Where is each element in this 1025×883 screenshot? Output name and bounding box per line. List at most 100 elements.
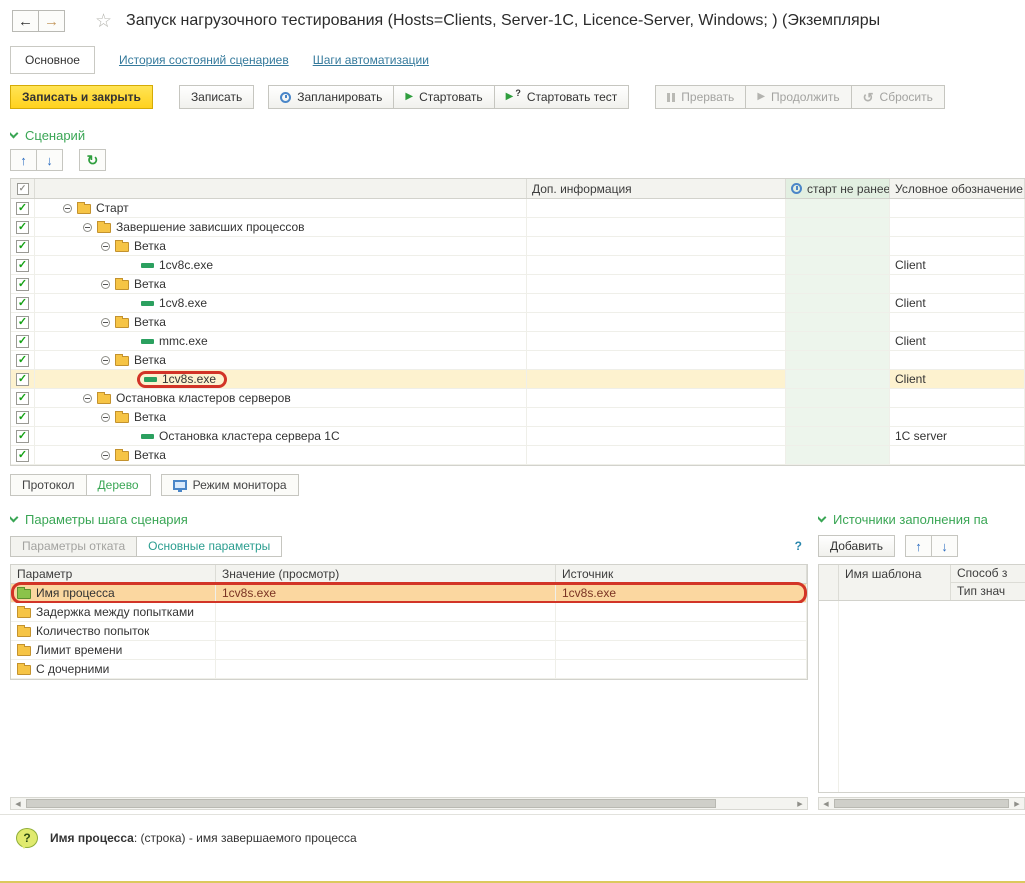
save-and-close-button[interactable]: Записать и закрыть bbox=[10, 85, 153, 109]
row-checkbox[interactable] bbox=[16, 335, 29, 348]
horizontal-scrollbar[interactable]: ◀ ▶ bbox=[818, 797, 1025, 810]
fill-sources-header[interactable]: Источники заполнения па bbox=[818, 510, 1025, 528]
move-down-button[interactable]: ↓ bbox=[931, 535, 958, 557]
param-row[interactable]: Лимит времени bbox=[11, 641, 807, 660]
tree-row[interactable]: Ветка bbox=[11, 237, 1025, 256]
move-down-button[interactable]: ↓ bbox=[36, 149, 63, 171]
scroll-left-icon[interactable]: ◀ bbox=[11, 798, 25, 809]
tree-row[interactable]: Ветка bbox=[11, 408, 1025, 427]
param-value: 1cv8s.exe bbox=[216, 584, 556, 602]
symbol-column-header[interactable]: Условное обозначение ед... bbox=[890, 179, 1025, 198]
sources-table-body[interactable] bbox=[819, 601, 1025, 792]
row-checkbox[interactable] bbox=[16, 221, 29, 234]
param-row[interactable]: С дочерними bbox=[11, 660, 807, 679]
tree-column-header[interactable] bbox=[35, 179, 527, 198]
row-checkbox[interactable] bbox=[16, 240, 29, 253]
row-checkbox[interactable] bbox=[16, 430, 29, 443]
start-button[interactable]: ▶Стартовать bbox=[393, 85, 494, 109]
row-checkbox[interactable] bbox=[16, 316, 29, 329]
row-checkbox[interactable] bbox=[16, 373, 29, 386]
row-checkbox[interactable] bbox=[16, 411, 29, 424]
folder-icon bbox=[77, 204, 91, 214]
tab-protocol[interactable]: Протокол bbox=[10, 474, 87, 496]
schedule-button[interactable]: Запланировать bbox=[268, 85, 394, 109]
tree-row-selected[interactable]: 1cv8s.exe Client bbox=[11, 370, 1025, 389]
reset-button[interactable]: ↺Сбросить bbox=[851, 85, 945, 109]
collapse-icon[interactable] bbox=[101, 356, 110, 365]
scroll-left-icon[interactable]: ◀ bbox=[819, 798, 833, 809]
source-column-header[interactable]: Источник bbox=[556, 565, 807, 583]
start-test-button[interactable]: ▶?Стартовать тест bbox=[494, 85, 630, 109]
tree-row[interactable]: Ветка bbox=[11, 313, 1025, 332]
forward-button[interactable]: → bbox=[38, 10, 65, 32]
save-button[interactable]: Записать bbox=[179, 85, 254, 109]
tree-row[interactable]: mmc.exe Client bbox=[11, 332, 1025, 351]
tree-row[interactable]: Ветка bbox=[11, 446, 1025, 465]
scenario-section-header[interactable]: Сценарий bbox=[10, 126, 1025, 144]
link-scenario-history[interactable]: История состояний сценариев bbox=[119, 53, 289, 67]
scroll-right-icon[interactable]: ▶ bbox=[1010, 798, 1024, 809]
refresh-button[interactable]: ↻ bbox=[79, 149, 106, 171]
tab-main-params[interactable]: Основные параметры bbox=[136, 536, 282, 557]
template-column-header[interactable]: Имя шаблона bbox=[839, 565, 951, 600]
collapse-icon[interactable] bbox=[101, 413, 110, 422]
row-checkbox[interactable] bbox=[16, 354, 29, 367]
scrollbar-thumb[interactable] bbox=[834, 799, 1009, 808]
row-checkbox[interactable] bbox=[16, 297, 29, 310]
tab-main[interactable]: Основное bbox=[10, 46, 95, 74]
horizontal-scrollbar[interactable]: ◀ ▶ bbox=[10, 797, 808, 810]
tree-row[interactable]: 1cv8c.exe Client bbox=[11, 256, 1025, 275]
collapse-icon[interactable] bbox=[83, 223, 92, 232]
tree-row[interactable]: Остановка кластера сервера 1С 1C server bbox=[11, 427, 1025, 446]
type-column-header[interactable]: Тип знач bbox=[951, 583, 1025, 600]
collapse-icon[interactable] bbox=[101, 451, 110, 460]
row-checkbox[interactable] bbox=[16, 392, 29, 405]
tab-monitor-mode[interactable]: Режим монитора bbox=[161, 474, 299, 496]
row-checkbox[interactable] bbox=[16, 259, 29, 272]
scroll-right-icon[interactable]: ▶ bbox=[793, 798, 807, 809]
move-up-button[interactable]: ↑ bbox=[10, 149, 37, 171]
start-column-header[interactable]: старт не ранее... bbox=[786, 179, 890, 198]
tree-row[interactable]: Старт bbox=[11, 199, 1025, 218]
collapse-icon[interactable] bbox=[101, 318, 110, 327]
help-link[interactable]: ? bbox=[795, 539, 802, 553]
back-button[interactable]: ← bbox=[12, 10, 39, 32]
tree-row[interactable]: Ветка bbox=[11, 351, 1025, 370]
row-checkbox[interactable] bbox=[16, 449, 29, 462]
tree-item-label: 1cv8c.exe bbox=[159, 258, 213, 272]
resume-button[interactable]: ▶Продолжить bbox=[745, 85, 851, 109]
tree-row[interactable]: Завершение зависших процессов bbox=[11, 218, 1025, 237]
select-all-icon[interactable] bbox=[17, 183, 29, 195]
folder-icon bbox=[17, 646, 31, 656]
collapse-icon[interactable] bbox=[101, 280, 110, 289]
tab-tree[interactable]: Дерево bbox=[86, 474, 151, 496]
link-automation-steps[interactable]: Шаги автоматизации bbox=[313, 53, 429, 67]
tree-row[interactable]: Остановка кластеров серверов bbox=[11, 389, 1025, 408]
collapse-icon[interactable] bbox=[101, 242, 110, 251]
move-up-button[interactable]: ↑ bbox=[905, 535, 932, 557]
scrollbar-thumb[interactable] bbox=[26, 799, 716, 808]
param-row[interactable]: Количество попыток bbox=[11, 622, 807, 641]
tree-row[interactable]: 1cv8.exe Client bbox=[11, 294, 1025, 313]
interrupt-button[interactable]: Прервать bbox=[655, 85, 746, 109]
param-row[interactable]: Задержка между попытками bbox=[11, 603, 807, 622]
collapse-icon[interactable] bbox=[83, 394, 92, 403]
collapse-icon[interactable] bbox=[63, 204, 72, 213]
tree-row[interactable]: Ветка bbox=[11, 275, 1025, 294]
method-column-header[interactable]: Способ з bbox=[951, 565, 1025, 583]
param-column-header[interactable]: Параметр bbox=[11, 565, 216, 583]
help-bubble-icon bbox=[16, 828, 38, 848]
param-name: С дочерними bbox=[36, 662, 109, 676]
favorite-star-icon[interactable]: ☆ bbox=[95, 10, 112, 33]
param-source bbox=[556, 660, 807, 678]
param-row-selected[interactable]: Имя процесса 1cv8s.exe 1cv8s.exe bbox=[11, 584, 807, 603]
row-checkbox[interactable] bbox=[16, 202, 29, 215]
tab-rollback-params[interactable]: Параметры отката bbox=[10, 536, 137, 557]
add-button[interactable]: Добавить bbox=[818, 535, 895, 557]
step-params-header[interactable]: Параметры шага сценария bbox=[10, 510, 808, 528]
folder-icon bbox=[17, 608, 31, 618]
value-column-header[interactable]: Значение (просмотр) bbox=[216, 565, 556, 583]
chevron-down-icon bbox=[10, 512, 18, 522]
row-checkbox[interactable] bbox=[16, 278, 29, 291]
info-column-header[interactable]: Доп. информация bbox=[527, 179, 786, 198]
